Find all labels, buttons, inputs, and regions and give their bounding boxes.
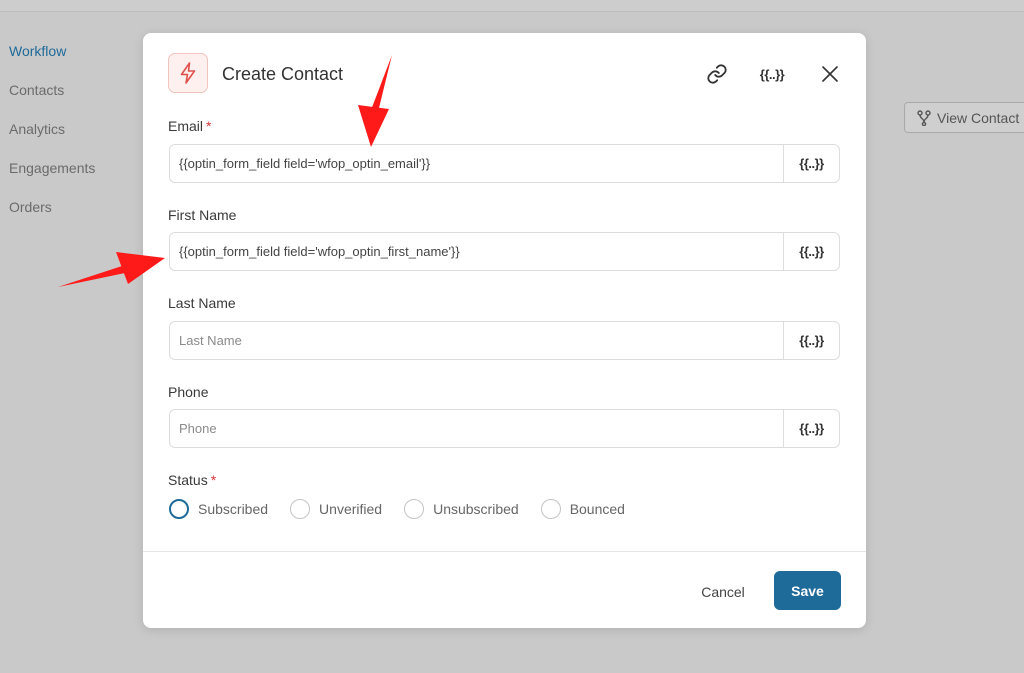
phone-merge-tag-button[interactable]: {{..}} [783,410,839,447]
radio-button[interactable] [404,499,425,519]
status-option-subscribed[interactable]: Subscribed [169,499,268,519]
last-name-field[interactable] [170,322,783,359]
create-contact-modal: Create Contact {{..}} Email* {{..}} Firs… [143,33,866,628]
phone-label: Phone [168,384,209,400]
status-label: Status * [168,472,216,488]
status-option-unverified[interactable]: Unverified [290,499,382,519]
sidebar-item-contacts[interactable]: Contacts [9,83,95,122]
first-name-input-group: {{..}} [169,232,840,271]
radio-button[interactable] [290,499,311,519]
required-marker: * [210,472,217,488]
merge-tags-button[interactable]: {{..}} [755,61,789,87]
modal-title: Create Contact [222,64,344,84]
sidebar-item-analytics[interactable]: Analytics [9,122,95,161]
link-icon[interactable] [704,61,730,87]
view-contact-label: View Contact [937,109,1020,126]
radio-label: Unverified [319,501,383,517]
last-name-merge-tag-button[interactable]: {{..}} [783,322,839,359]
status-option-bounced[interactable]: Bounced [540,499,625,519]
lightning-bolt-icon [168,53,208,93]
email-label-text: Email [168,118,204,134]
first-name-field[interactable] [170,233,783,270]
cancel-button[interactable]: Cancel [691,580,755,604]
required-marker: * [206,118,212,134]
email-input-group: {{..}} [169,144,840,183]
status-option-unsubscribed[interactable]: Unsubscribed [404,499,519,519]
sidebar-item-orders[interactable]: Orders [9,200,95,239]
status-label-text: Status [168,472,208,488]
email-merge-tag-button[interactable]: {{..}} [783,145,839,182]
footer-divider [143,551,866,552]
view-contact-button[interactable]: View Contact [904,102,1024,133]
first-name-merge-tag-button[interactable]: {{..}} [783,233,839,270]
sidebar-item-engagements[interactable]: Engagements [9,161,95,200]
sidebar: Workflow Contacts Analytics Engagements … [9,44,95,239]
radio-label: Subscribed [198,501,269,517]
radio-button[interactable] [540,499,561,519]
close-icon[interactable] [818,61,842,87]
modal-header: Create Contact {{..}} [143,33,866,115]
radio-label: Bounced [569,501,625,517]
fork-icon [917,109,931,126]
sidebar-item-workflow[interactable]: Workflow [9,44,95,83]
radio-button[interactable] [169,499,189,519]
phone-input-group: {{..}} [169,409,840,448]
email-field[interactable] [170,145,783,182]
radio-label: Unsubscribed [433,501,519,517]
first-name-label: First Name [168,207,237,223]
save-button[interactable]: Save [774,571,841,610]
email-label: Email * [168,118,211,134]
last-name-input-group: {{..}} [169,321,840,360]
top-bar [0,0,1024,12]
last-name-label: Last Name [168,295,236,311]
phone-field[interactable] [170,410,783,447]
status-radio-group: Subscribed Unverified Unsubscribed Bounc… [169,499,647,519]
